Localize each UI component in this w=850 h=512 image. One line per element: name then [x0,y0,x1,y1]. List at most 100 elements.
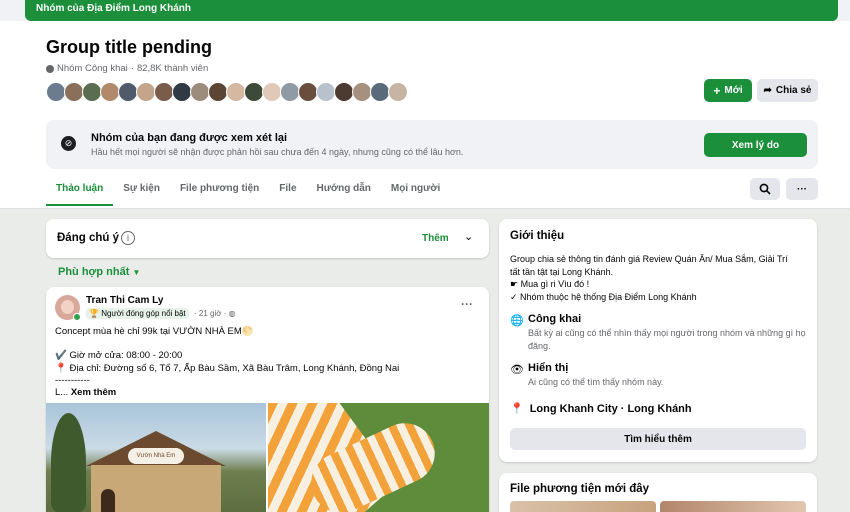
about-description: Group chia sẻ thông tin đánh giá Review … [510,253,810,303]
pending-icon: ⊘ [61,136,76,151]
search-icon [759,183,771,195]
post-line [55,338,475,350]
media-thumbnail[interactable] [660,501,806,512]
review-status-box: ⊘ Nhóm của bạn đang được xem xét lại Hầu… [46,120,818,169]
trophy-icon: 🏆 [89,309,99,318]
recent-media-title: File phương tiện mới đây [510,483,650,495]
member-avatar[interactable] [82,82,102,102]
post-photo-cushion[interactable] [268,403,489,512]
review-title: Nhóm của bạn đang được xem xét lại [91,132,288,144]
location-pin-icon: 📍 [510,403,524,415]
tab-media[interactable]: File phương tiện [170,179,269,206]
share-arrow-icon: ➦ [763,85,772,96]
member-avatar[interactable] [352,82,372,102]
member-avatar[interactable] [190,82,210,102]
post-line: ✔️ Giờ mở cửa: 08:00 - 20:00 [55,350,183,362]
member-avatar[interactable] [316,82,336,102]
eye-icon: 👁 [510,364,524,376]
online-status-dot [73,313,81,321]
plus-icon: + [713,83,721,98]
tab-events[interactable]: Sự kiện [113,179,170,206]
tab-people[interactable]: Mọi người [381,179,450,206]
member-avatar[interactable] [100,82,120,102]
about-line: tất tần tật tại Long Khánh. [510,266,614,277]
featured-more-link[interactable]: Thêm [422,233,449,244]
see-more-link[interactable]: Xem thêm [71,387,116,398]
member-avatar[interactable] [280,82,300,102]
media-thumbnail[interactable] [510,501,656,512]
member-avatar[interactable] [118,82,138,102]
member-avatar[interactable] [298,82,318,102]
tab-discussion[interactable]: Thảo luận [46,179,114,206]
member-avatar[interactable] [226,82,246,102]
tab-guides[interactable]: Hướng dẫn [307,179,381,206]
member-avatar[interactable] [64,82,84,102]
member-avatar[interactable] [46,82,66,102]
location-row[interactable]: 📍 Long Khanh City · Long Khánh [510,402,692,416]
badge-label: Người đóng góp nổi bật [101,309,186,318]
visible-title: Hiển thị [528,362,569,374]
globe-icon: 🌐 [510,315,524,327]
member-avatars[interactable] [46,82,408,102]
new-button-label: Mới [724,85,743,96]
banner-text: Nhóm của Địa Điểm Long Khánh [36,3,192,14]
sort-label: Phù hợp nhất [58,266,130,278]
about-line: ☛ Mua gì ri Vìu đó ! [510,279,590,289]
about-line: ✓ Nhóm thuộc hệ thống Địa Điểm Long Khán… [510,291,697,302]
info-icon[interactable]: i [121,231,135,245]
sort-dropdown[interactable]: Phù hợp nhất ▼ [58,266,140,278]
more-options-button[interactable]: ··· [786,178,818,200]
new-button[interactable]: + Mới [704,79,752,102]
member-avatar[interactable] [136,82,156,102]
post-ellipsis-line: L... Xem thêm [55,387,475,399]
member-avatar[interactable] [172,82,192,102]
member-avatar[interactable] [244,82,264,102]
tree-shape [51,413,86,512]
post-time-text: · 21 giờ · [194,309,227,318]
post-ellipsis: L... [55,387,71,399]
member-avatar[interactable] [334,82,354,102]
member-count[interactable]: 82,8K thành viên [137,63,208,74]
search-button[interactable] [750,178,780,200]
post-line: 📍 Địa chỉ: Đường số 6, Tổ 7, Ấp Bàu Sầm,… [55,362,400,374]
learn-more-button[interactable]: Tìm hiểu thêm [510,428,806,450]
door-shape [101,489,115,512]
public-description: Bất kỳ ai cũng có thể nhìn thấy mọi ngườ… [528,328,806,351]
group-owner-banner[interactable]: Nhóm của Địa Điểm Long Khánh [25,0,838,21]
member-avatar[interactable] [262,82,282,102]
public-globe-icon: ◍ [228,309,236,318]
visible-description: Ai cũng có thể tìm thấy nhóm này. [528,377,664,387]
share-button[interactable]: ➦ Chia sẻ [757,79,818,102]
post-timestamp[interactable]: · 21 giờ · ◍ [194,309,236,318]
public-title: Công khai [528,313,582,325]
top-contributor-badge[interactable]: 🏆 Người đóng góp nổi bật [86,308,189,319]
group-title: Group title pending [46,37,212,57]
share-button-label: Chia sẻ [775,85,812,96]
caret-down-icon: ▼ [132,268,141,277]
member-avatar[interactable] [370,82,390,102]
group-tabs: Thảo luận Sự kiện File phương tiện File … [46,179,450,206]
group-privacy[interactable]: Nhóm Công khai [57,63,128,74]
group-header: Group title pending Nhóm Công khai · 82,… [0,21,850,209]
chevron-down-icon[interactable]: ⌄ [464,230,473,243]
member-avatar[interactable] [388,82,408,102]
post: Tran Thi Cam Ly 🏆 Người đóng góp nổi bật… [46,287,489,512]
review-subtitle: Hầu hết mọi người sẽ nhận được phản hồi … [91,147,464,157]
group-meta: Nhóm Công khai · 82,8K thành viên [46,63,208,74]
tab-files[interactable]: File [269,179,306,206]
post-options-button[interactable]: ··· [461,297,473,311]
recent-media-section: File phương tiện mới đây [499,473,817,512]
meta-separator: · [130,63,134,74]
post-body: Concept mùa hè chỉ 99k tại VƯỜN NHÀ EM🌕 … [55,326,475,399]
see-reason-button[interactable]: Xem lý do [704,133,807,157]
location-text: Long Khanh City · Long Khánh [529,402,692,415]
post-line: ----------- [55,374,90,386]
post-line: Concept mùa hè chỉ 99k tại VƯỜN NHÀ EM🌕 [55,326,254,337]
post-author-name[interactable]: Tran Thi Cam Ly [86,295,163,306]
cafe-sign: Vườn Nhà Em [128,448,184,464]
member-avatar[interactable] [154,82,174,102]
about-line: Group chia sẻ thông tin đánh giá Review … [510,254,788,264]
member-avatar[interactable] [208,82,228,102]
featured-section: Đáng chú ý i Thêm ⌄ [46,219,489,258]
post-photo-cafe[interactable]: Vườn Nhà Em [46,403,266,512]
